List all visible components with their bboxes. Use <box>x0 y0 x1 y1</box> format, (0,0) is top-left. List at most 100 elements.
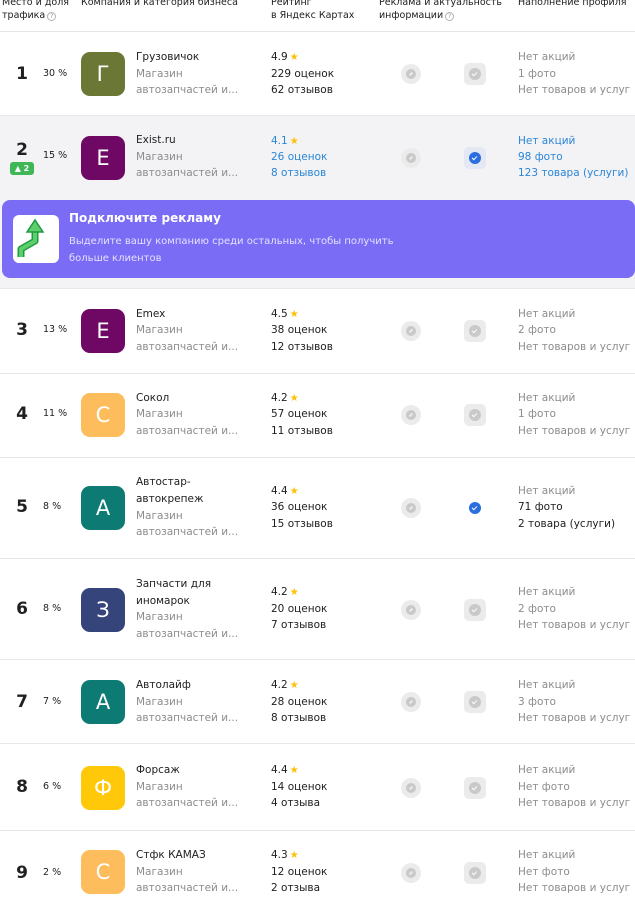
actuality-check-icon <box>464 862 486 884</box>
rating: 4.4 ★ <box>271 762 371 780</box>
company-name[interactable]: Стфк КАМАЗ <box>136 847 256 864</box>
rating[interactable]: 4.1 ★ <box>271 133 371 151</box>
ad-status-icon <box>401 405 421 425</box>
company-name[interactable]: автокрепеж <box>136 491 256 508</box>
rating-value: 4.4 <box>271 764 288 776</box>
reviews-text: 15 отзывов <box>271 518 333 530</box>
company-name[interactable]: Emex <box>136 306 256 323</box>
actuality-check-icon <box>464 147 486 169</box>
rating: 4.5 ★ <box>271 306 371 324</box>
rating-value: 4.2 <box>271 586 288 598</box>
place-number: 2 <box>16 140 28 160</box>
ad-status-icon <box>401 64 421 84</box>
reviews-text: 7 отзывов <box>271 619 327 631</box>
rating-value: 4.2 <box>271 679 288 691</box>
reviews-text[interactable]: 8 отзывов <box>271 165 371 182</box>
place-number: 1 <box>16 64 28 84</box>
place-number: 6 <box>16 599 28 619</box>
company-category: Магазин <box>136 510 183 522</box>
company-avatar[interactable]: E <box>81 136 125 180</box>
actuality-check-icon <box>464 63 486 85</box>
table-row[interactable]: 2 ▲ 2 15 % E Exist.ru Магазин автозапчас… <box>0 116 635 200</box>
company-name[interactable]: Автостар- <box>136 474 256 491</box>
reviews-text: 11 отзывов <box>271 425 333 437</box>
help-icon[interactable]: ? <box>445 12 455 21</box>
photos: Нет фото <box>518 866 570 878</box>
company-name[interactable]: Автолайф <box>136 677 256 694</box>
promos: Нет акций <box>518 679 576 691</box>
promos[interactable]: Нет акций <box>518 133 635 150</box>
table-row[interactable]: 3 13 % E Emex Магазин автозапчастей и...… <box>0 290 635 374</box>
photos[interactable]: 98 фото <box>518 149 635 166</box>
table-row[interactable]: 4 11 % С Сокол Магазин автозапчастей и..… <box>0 374 635 458</box>
company-avatar[interactable]: А <box>81 486 125 530</box>
promos: Нет акций <box>518 849 576 861</box>
place-number: 4 <box>16 404 28 424</box>
reviews-text: 62 отзывов <box>271 84 333 96</box>
company-avatar[interactable]: E <box>81 309 125 353</box>
reviews-count: 28 оценок <box>271 696 328 708</box>
place-number: 7 <box>16 692 28 712</box>
ad-status-icon <box>401 148 421 168</box>
rating-value: 4.4 <box>271 485 288 497</box>
company-category: Магазин <box>136 68 183 80</box>
goods: Нет товаров и услуг <box>518 712 631 724</box>
table-row[interactable]: 6 8 % З Запчасти для иномарок Магазин ав… <box>0 559 635 660</box>
header-company: Компания и категория бизнеса <box>81 0 238 8</box>
company-name[interactable]: Грузовичок <box>136 49 256 66</box>
reviews-text: 4 отзыва <box>271 797 321 809</box>
star-icon: ★ <box>289 486 299 497</box>
ad-status-icon <box>401 863 421 883</box>
ad-status-icon <box>401 600 421 620</box>
reviews-text: 8 отзывов <box>271 712 327 724</box>
goods: Нет товаров и услуг <box>518 425 631 437</box>
actuality-check-icon <box>464 777 486 799</box>
goods: Нет товаров и услуг <box>518 341 631 353</box>
rating-value: 4.1 <box>271 135 288 147</box>
company-avatar[interactable]: З <box>81 588 125 632</box>
table-row[interactable]: 1 30 % Г Грузовичок Магазин автозапчасте… <box>0 32 635 116</box>
reviews-count: 12 оценок <box>271 866 328 878</box>
photos: Нет фото <box>518 781 570 793</box>
table-row[interactable]: 5 8 % А Автостар- автокрепеж Магазин авт… <box>0 458 635 559</box>
reviews-count: 57 оценок <box>271 408 328 420</box>
company-category: автозапчастей и... <box>136 167 239 179</box>
help-icon[interactable]: ? <box>47 12 57 21</box>
company-avatar[interactable]: С <box>81 393 125 437</box>
reviews-count: 36 оценок <box>271 501 328 513</box>
promo-banner[interactable]: Подключите рекламу Выделите вашу компани… <box>2 200 635 278</box>
table-row[interactable]: 7 7 % А Автолайф Магазин автозапчастей и… <box>0 660 635 744</box>
rating-value: 4.2 <box>271 392 288 404</box>
star-icon: ★ <box>289 765 299 776</box>
ad-status-icon <box>401 498 421 518</box>
goods: 2 товара (услуги) <box>518 518 616 530</box>
company-name[interactable]: Запчасти для <box>136 576 256 593</box>
header-place: Место и доля трафика? <box>2 0 74 22</box>
header-rating: Рейтинг в Яндекс Картах <box>271 0 371 22</box>
company-category: Магазин <box>136 324 183 336</box>
star-icon: ★ <box>289 587 299 598</box>
header-rating-label: Рейтинг <box>271 0 312 8</box>
reviews-count[interactable]: 26 оценок <box>271 149 371 166</box>
place-number: 3 <box>16 320 28 340</box>
header-place-label: Место и доля трафика <box>2 0 69 21</box>
company-avatar[interactable]: Ф <box>81 766 125 810</box>
company-name[interactable]: Exist.ru <box>136 132 256 149</box>
actuality-check-icon <box>464 691 486 713</box>
company-avatar[interactable]: А <box>81 680 125 724</box>
promos: Нет акций <box>518 392 576 404</box>
rank-change-badge: ▲ 2 <box>10 162 34 175</box>
company-name[interactable]: Форсаж <box>136 762 256 779</box>
company-avatar[interactable]: Г <box>81 52 125 96</box>
company-name[interactable]: Сокол <box>136 390 256 407</box>
reviews-text: 2 отзыва <box>271 882 321 894</box>
promos: Нет акций <box>518 586 576 598</box>
goods[interactable]: 123 товара (услуги) <box>518 165 635 182</box>
company-name[interactable]: иномарок <box>136 593 256 610</box>
promo-description: Выделите вашу компанию среди остальных, … <box>69 236 394 264</box>
promos: Нет акций <box>518 51 576 63</box>
company-avatar[interactable]: С <box>81 850 125 894</box>
table-row[interactable]: 9 2 % С Стфк КАМАЗ Магазин автозапчастей… <box>0 831 635 914</box>
star-icon: ★ <box>289 309 299 320</box>
table-row[interactable]: 8 6 % Ф Форсаж Магазин автозапчастей и..… <box>0 744 635 831</box>
